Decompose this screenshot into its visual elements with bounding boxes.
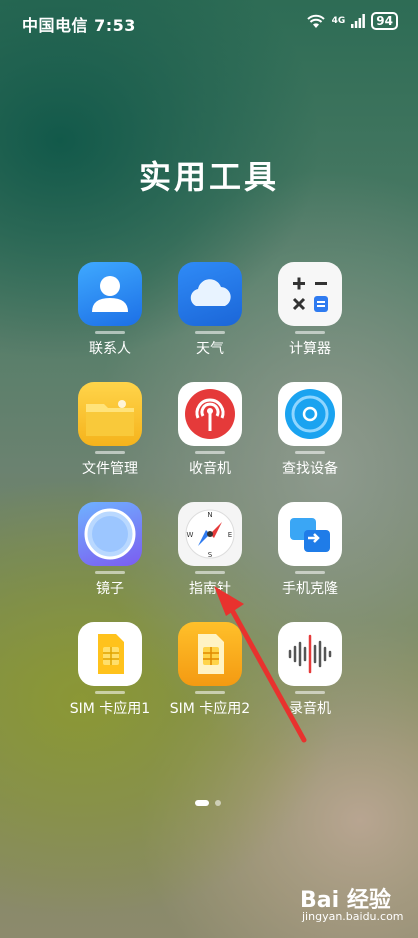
baidu-jingyan-watermark: Bai 经验 jingyan.baidu.com	[300, 882, 404, 923]
red-arrow-annotation	[214, 586, 307, 743]
watermark-url: jingyan.baidu.com	[302, 910, 404, 923]
